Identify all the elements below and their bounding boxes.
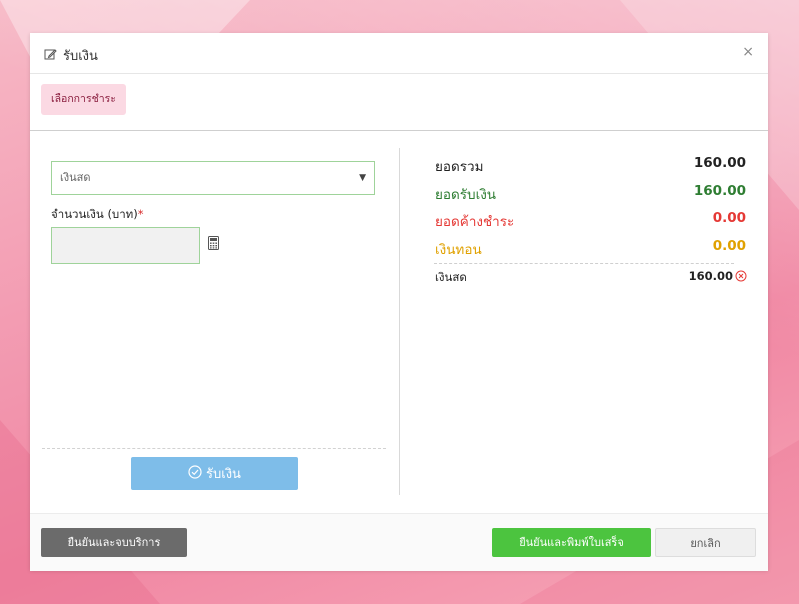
receive-button-label: รับเงิน	[206, 467, 241, 482]
confirm-end-service-button[interactable]: ยืนยันและจบบริการ	[41, 528, 187, 557]
modal-title: รับเงิน	[63, 49, 98, 64]
caret-down-icon: ▼	[359, 173, 366, 183]
confirm-print-receipt-button[interactable]: ยืนยันและพิมพ์ใบเสร็จ	[492, 528, 651, 557]
required-mark: *	[137, 207, 144, 221]
edit-icon	[44, 46, 57, 65]
receive-payment-modal: รับเงิน × เลือกการชำระ เงินสด ▼ จำนวนเงิ…	[30, 33, 768, 571]
payment-tab-area: เลือกการชำระ	[30, 74, 768, 131]
remove-circle-icon[interactable]	[735, 270, 747, 285]
payment-line-label: เงินสด	[435, 270, 467, 284]
payment-line-value: 160.00	[688, 269, 733, 283]
summary-value: 160.00	[693, 183, 746, 199]
summary-value: 0.00	[712, 238, 746, 254]
payment-type-value: เงินสด	[60, 171, 91, 184]
summary-row-total: ยอดรวม 160.00	[435, 155, 746, 177]
summary-label: ยอดรับเงิน	[435, 187, 497, 203]
receive-button[interactable]: รับเงิน	[131, 457, 298, 490]
summary-value: 160.00	[693, 155, 746, 171]
modal-header: รับเงิน ×	[30, 33, 768, 74]
summary-row-change: เงินทอน 0.00	[435, 238, 746, 260]
summary-value: 0.00	[712, 210, 746, 226]
payment-input-panel: เงินสด ▼ จำนวนเงิน (บาท)* รับเงิน	[42, 131, 386, 497]
check-circle-icon	[188, 464, 202, 483]
payment-line-cash: เงินสด 160.00	[435, 269, 747, 287]
calculator-icon[interactable]	[208, 235, 219, 254]
cancel-button[interactable]: ยกเลิก	[655, 528, 756, 557]
left-divider	[42, 448, 386, 449]
summary-divider	[434, 263, 734, 264]
summary-label: ยอดค้างชำระ	[435, 214, 515, 230]
amount-input[interactable]	[51, 227, 200, 264]
summary-row-outstanding: ยอดค้างชำระ 0.00	[435, 210, 746, 232]
amount-label-text: จำนวนเงิน (บาท)	[51, 207, 138, 221]
payment-type-select[interactable]: เงินสด ▼	[51, 161, 375, 195]
close-icon[interactable]: ×	[742, 44, 754, 60]
modal-footer: ยืนยันและจบบริการ ยืนยันและพิมพ์ใบเสร็จ …	[30, 513, 768, 571]
modal-title-wrap: รับเงิน	[44, 45, 98, 66]
summary-row-received: ยอดรับเงิน 160.00	[435, 183, 746, 205]
tab-select-payment[interactable]: เลือกการชำระ	[41, 84, 126, 115]
summary-label: เงินทอน	[435, 242, 482, 258]
payment-summary-panel: ยอดรวม 160.00 ยอดรับเงิน 160.00 ยอดค้างช…	[400, 131, 768, 497]
summary-label: ยอดรวม	[435, 159, 484, 175]
amount-label: จำนวนเงิน (บาท)*	[51, 206, 144, 224]
